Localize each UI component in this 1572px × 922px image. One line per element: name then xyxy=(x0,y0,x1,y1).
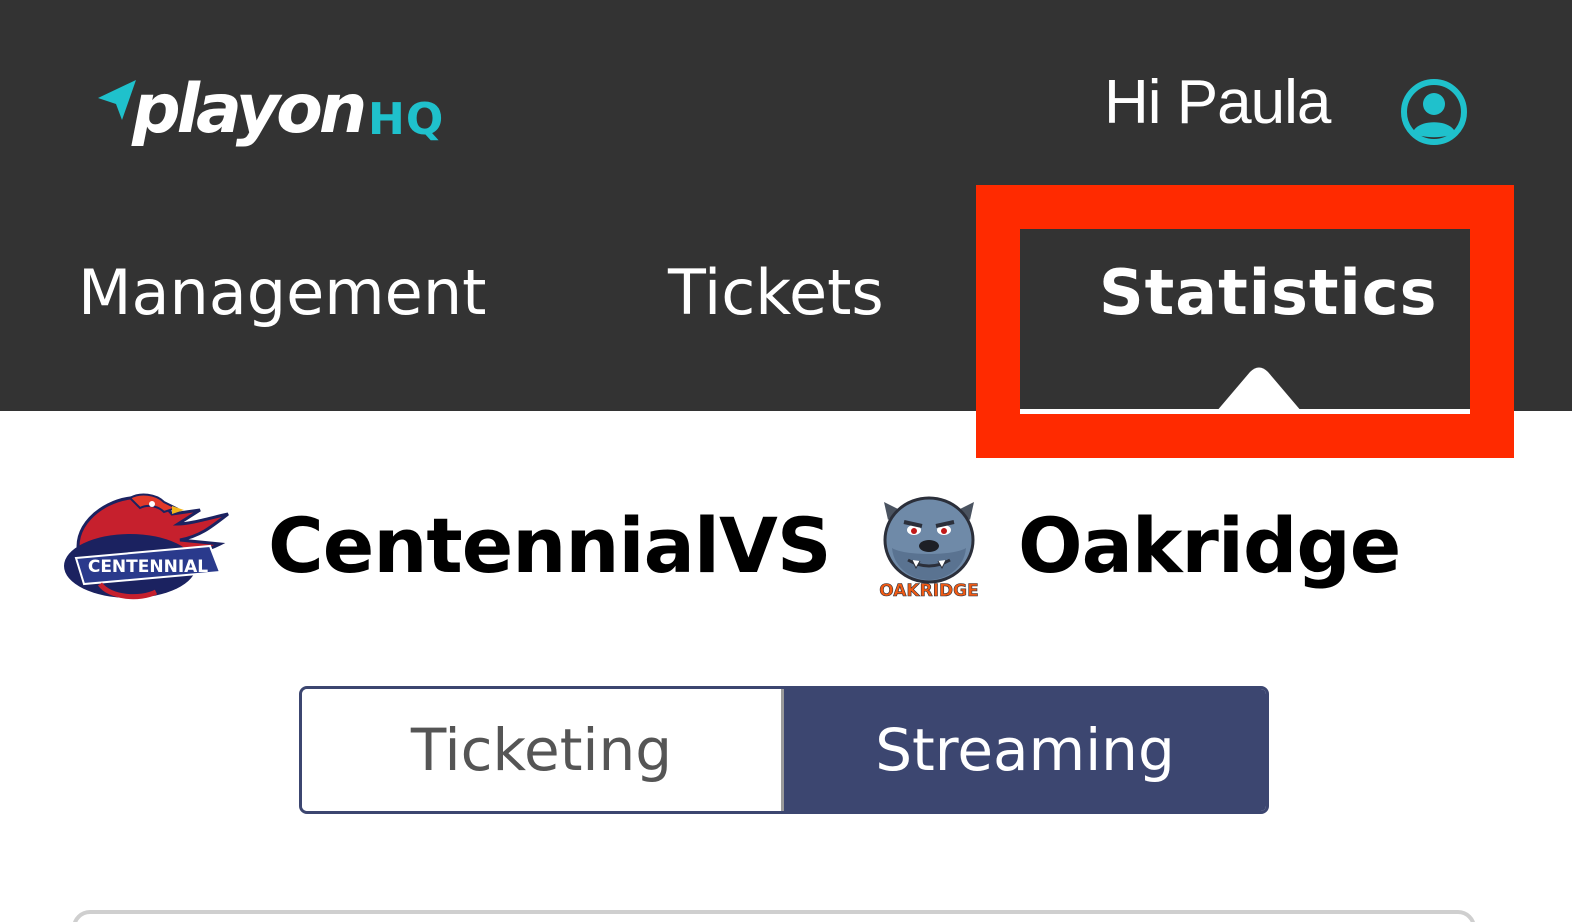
home-team-name: Centennial xyxy=(268,501,720,590)
user-circle-icon[interactable] xyxy=(1398,78,1470,146)
tab-statistics[interactable]: Statistics xyxy=(1099,262,1437,324)
active-tab-underline xyxy=(1020,409,1470,413)
tab-tickets[interactable]: Tickets xyxy=(668,262,884,324)
statistics-card xyxy=(72,910,1476,922)
playon-hq-logo[interactable]: playon HQ xyxy=(96,74,456,160)
centennial-logo: CENTENNIAL xyxy=(64,493,229,600)
versus-label: VS xyxy=(719,501,832,590)
oakridge-logo-text: OAKRIDGE xyxy=(879,581,978,601)
top-navigation-bar: playon HQ Hi Paula Management Tickets St… xyxy=(0,0,1572,413)
ticketing-toggle-button[interactable]: Ticketing xyxy=(302,689,784,811)
logo-wordmark: playon xyxy=(132,70,367,149)
user-greeting: Hi Paula xyxy=(1104,68,1331,137)
logo-hq-suffix: HQ xyxy=(368,94,445,145)
active-tab-pointer xyxy=(1216,367,1302,412)
oakridge-logo: OAKRIDGE xyxy=(879,496,979,601)
stats-type-toggle: Ticketing Streaming xyxy=(299,686,1269,814)
centennial-logo-text: CENTENNIAL xyxy=(88,557,208,577)
tab-management[interactable]: Management xyxy=(78,262,486,324)
streaming-toggle-button[interactable]: Streaming xyxy=(784,689,1266,811)
away-team-name: Oakridge xyxy=(1018,501,1401,590)
